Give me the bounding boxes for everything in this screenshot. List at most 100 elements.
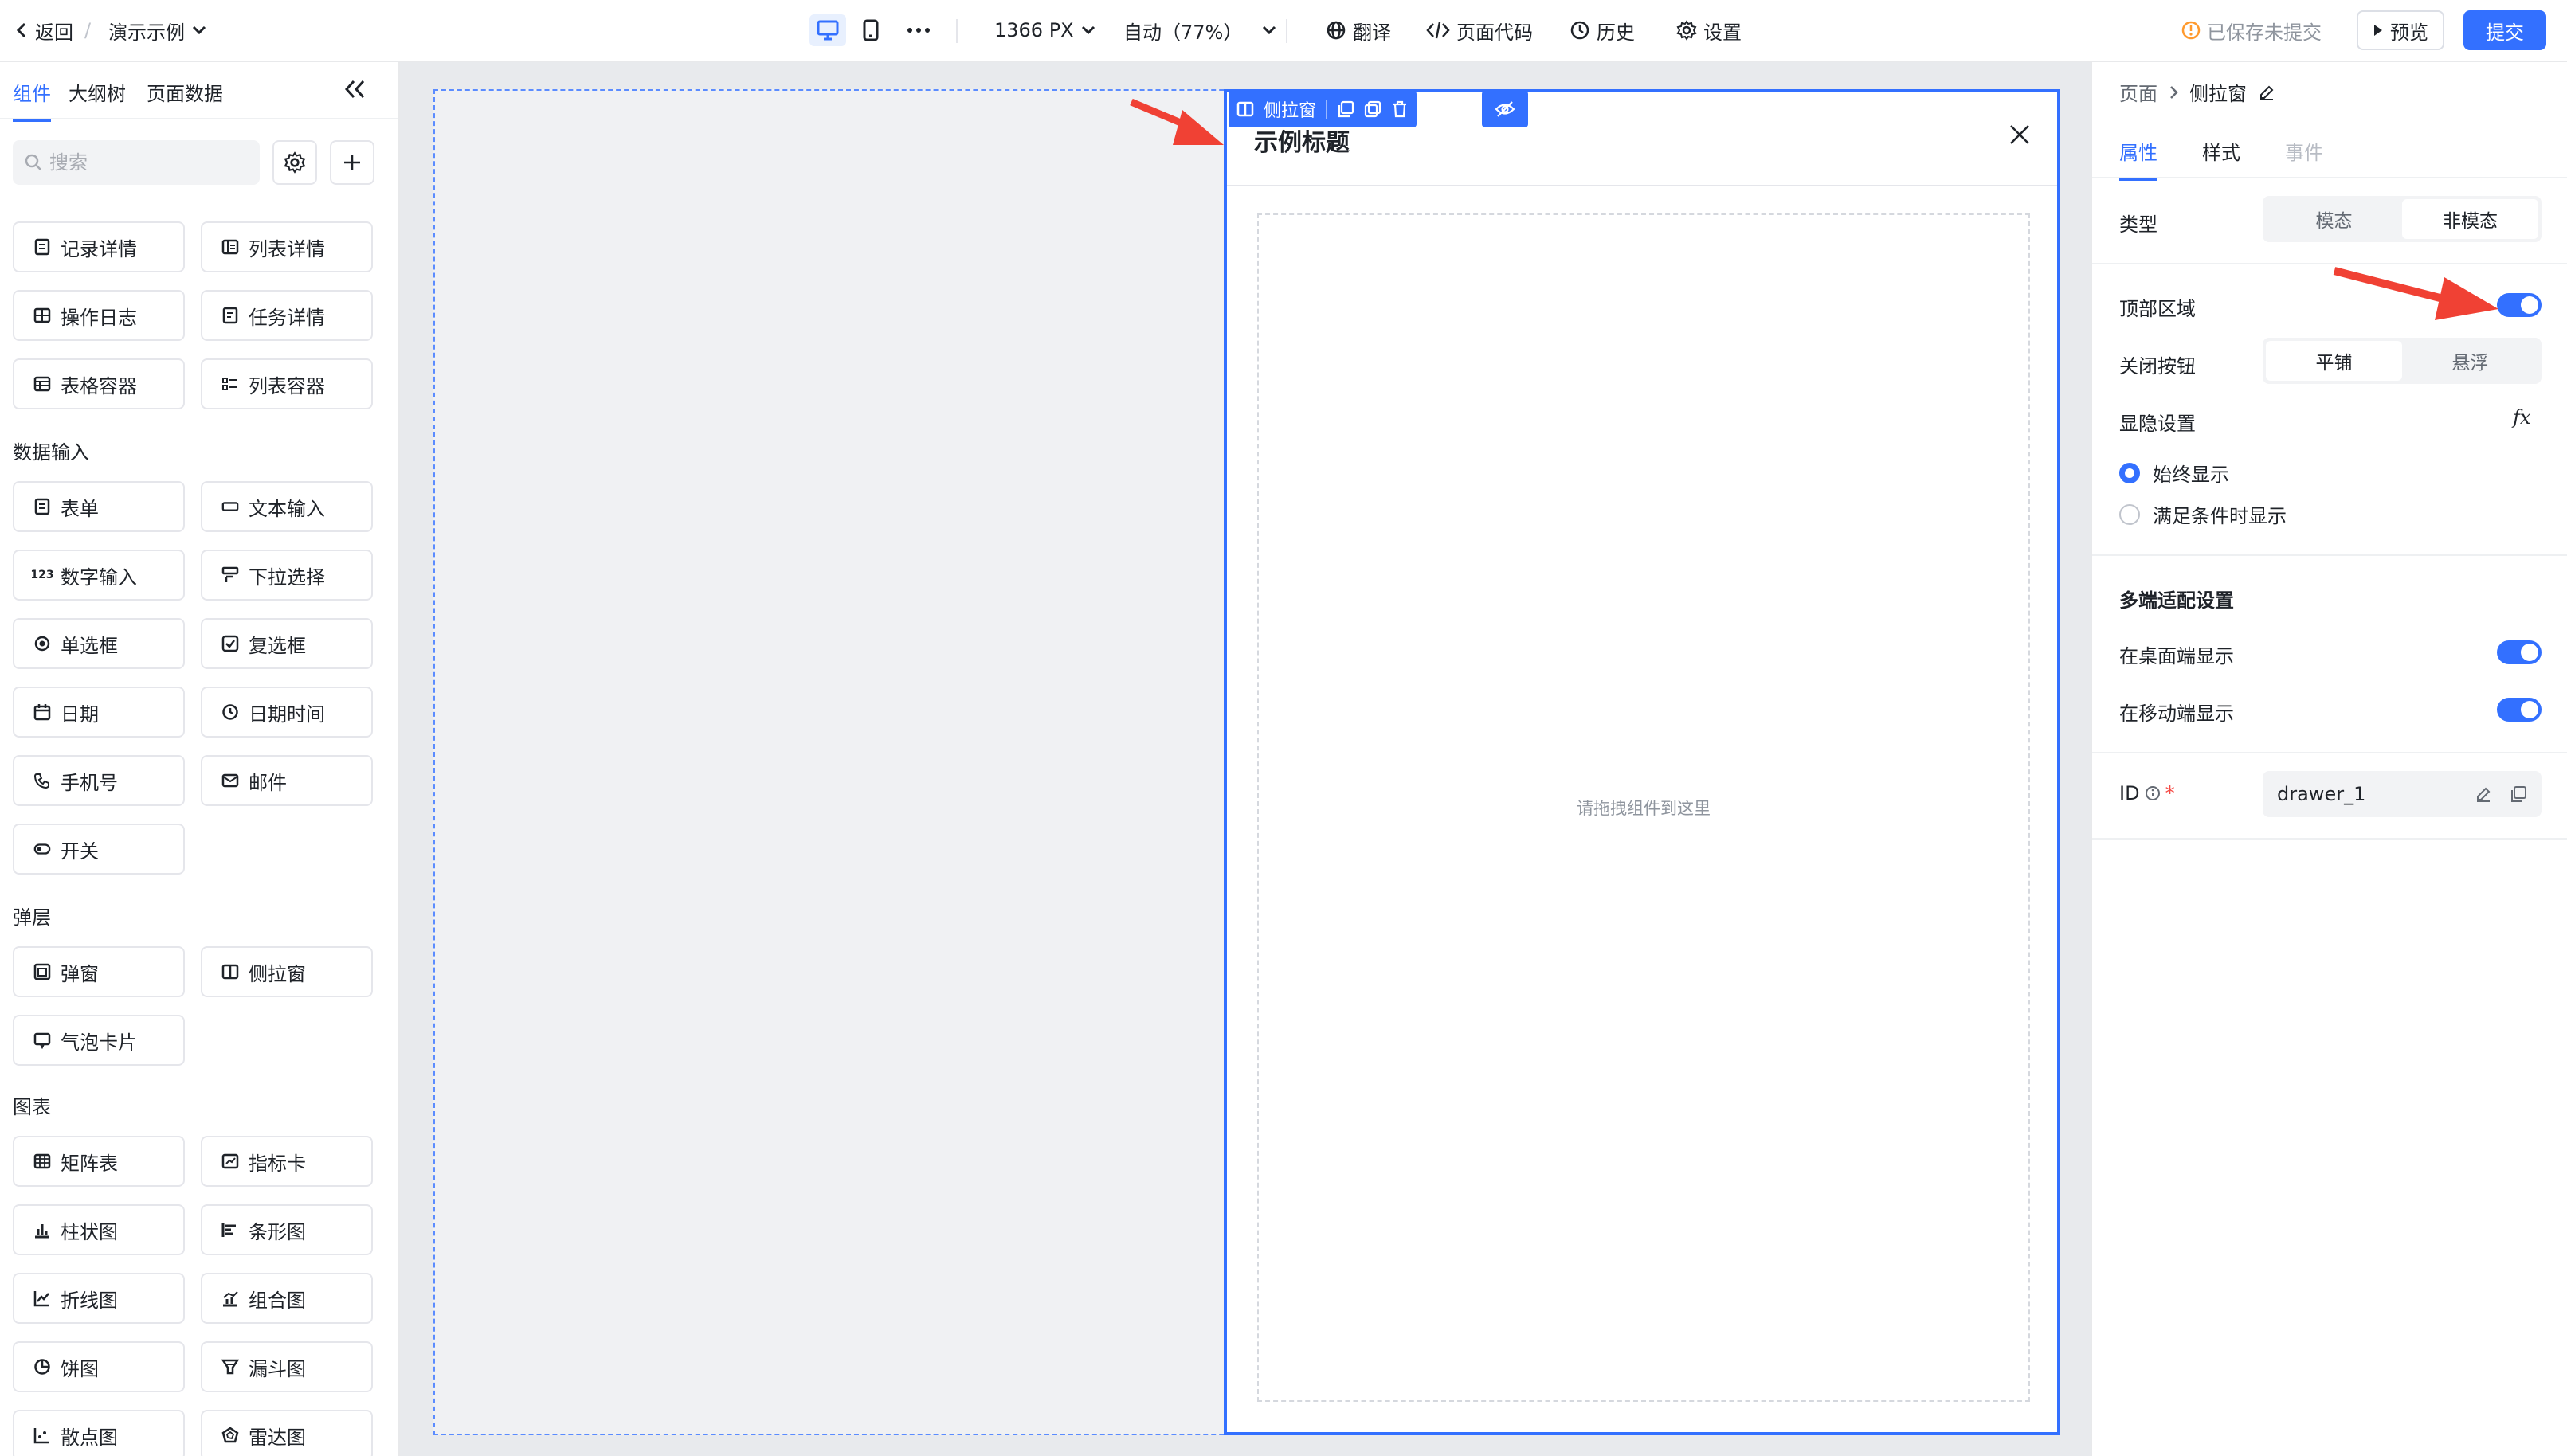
component-list-detail[interactable]: 列表详情 — [201, 221, 373, 272]
component-kpi-card[interactable]: 指标卡 — [201, 1136, 373, 1187]
table-icon — [33, 375, 51, 393]
app-switcher[interactable]: 演示示例 — [108, 0, 207, 61]
desktop-toggle[interactable] — [2497, 640, 2542, 664]
component-radar-chart[interactable]: 雷达图 — [201, 1410, 373, 1456]
settings-button[interactable]: 设置 — [1676, 0, 1742, 61]
tab-page-data[interactable]: 页面数据 — [147, 78, 223, 106]
translate-button[interactable]: 翻译 — [1326, 0, 1391, 61]
component-datetime[interactable]: 日期时间 — [201, 687, 373, 738]
tab-styles[interactable]: 样式 — [2202, 137, 2240, 165]
column-chart-icon — [33, 1221, 51, 1239]
width-value: 1366 PX — [994, 19, 1074, 41]
component-scatter-chart[interactable]: 散点图 — [13, 1410, 185, 1456]
tab-components[interactable]: 组件 — [13, 78, 51, 122]
design-canvas[interactable]: 示例标题 请拖拽组件到这里 侧拉窗 — [400, 62, 2091, 1456]
component-date[interactable]: 日期 — [13, 687, 185, 738]
section-layers: 弹层 — [13, 906, 51, 929]
component-funnel-chart[interactable]: 漏斗图 — [201, 1341, 373, 1392]
drawer-title[interactable]: 示例标题 — [1254, 123, 1350, 158]
component-label: 组合图 — [249, 1289, 306, 1312]
double-chevron-left-icon — [344, 80, 365, 99]
visibility-label: 显隐设置 — [2119, 413, 2196, 435]
page-code-button[interactable]: 页面代码 — [1426, 0, 1533, 61]
record-detail-icon — [33, 238, 51, 256]
tab-events[interactable]: 事件 — [2285, 137, 2323, 165]
collapse-panel-button[interactable] — [341, 76, 370, 102]
copy-icon[interactable] — [1337, 100, 1354, 118]
component-matrix-table[interactable]: 矩阵表 — [13, 1136, 185, 1187]
component-text-input[interactable]: 文本输入 — [201, 481, 373, 532]
formula-button[interactable]: fx — [2513, 406, 2530, 429]
add-component-button[interactable] — [330, 140, 374, 185]
component-record-detail[interactable]: 记录详情 — [13, 221, 185, 272]
component-label: 弹窗 — [61, 962, 99, 985]
tab-properties[interactable]: 属性 — [2119, 137, 2157, 181]
component-table-container[interactable]: 表格容器 — [13, 358, 185, 409]
history-button[interactable]: 历史 — [1570, 0, 1635, 61]
back-button[interactable]: 返回 — [14, 0, 73, 61]
tab-outline-tree[interactable]: 大纲树 — [69, 78, 126, 106]
copy-icon[interactable] — [2510, 785, 2527, 803]
visibility-conditional-radio[interactable]: 满足条件时显示 — [2119, 500, 2287, 528]
component-pie-chart[interactable]: 饼图 — [13, 1341, 185, 1392]
component-radio[interactable]: 单选框 — [13, 618, 185, 669]
delete-icon[interactable] — [1391, 100, 1409, 118]
component-line-chart[interactable]: 折线图 — [13, 1273, 185, 1324]
component-phone[interactable]: 手机号 — [13, 755, 185, 806]
visibility-always-radio[interactable]: 始终显示 — [2119, 459, 2229, 487]
component-combo-chart[interactable]: 组合图 — [201, 1273, 373, 1324]
mobile-toggle[interactable] — [2497, 698, 2542, 722]
play-icon — [2374, 25, 2382, 36]
component-drawer[interactable]: 侧拉窗 — [201, 946, 373, 997]
component-settings-button[interactable] — [272, 140, 317, 185]
modal-icon — [33, 963, 51, 980]
type-label: 类型 — [2119, 213, 2157, 236]
component-operation-log[interactable]: 操作日志 — [13, 290, 185, 341]
submit-button[interactable]: 提交 — [2463, 10, 2546, 50]
zoom-select[interactable]: 自动（77%） — [1123, 0, 1277, 61]
component-label: 柱状图 — [61, 1220, 118, 1243]
close-option-tile[interactable]: 平铺 — [2266, 341, 2402, 381]
component-bar-chart[interactable]: 条形图 — [201, 1204, 373, 1255]
type-option-modal[interactable]: 模态 — [2266, 199, 2402, 239]
component-popover-card[interactable]: 气泡卡片 — [13, 1015, 185, 1066]
component-email[interactable]: 邮件 — [201, 755, 373, 806]
drawer-close-button[interactable] — [2008, 123, 2032, 147]
component-list-container[interactable]: 列表容器 — [201, 358, 373, 409]
width-select[interactable]: 1366 PX — [994, 0, 1096, 61]
search-input[interactable] — [49, 151, 241, 174]
hide-button[interactable] — [1482, 91, 1528, 127]
component-label: 表格容器 — [61, 374, 137, 397]
type-option-non-modal[interactable]: 非模态 — [2402, 199, 2538, 239]
component-dropdown-select[interactable]: 下拉选择 — [201, 550, 373, 601]
preview-button[interactable]: 预览 — [2357, 10, 2444, 50]
edit-icon[interactable] — [2475, 785, 2492, 803]
component-label: 列表容器 — [249, 374, 325, 397]
grid-icon — [33, 307, 51, 324]
page-frame[interactable] — [433, 89, 1264, 1435]
section-charts: 图表 — [13, 1096, 51, 1118]
toolbar-divider — [1326, 100, 1328, 119]
close-option-float[interactable]: 悬浮 — [2402, 341, 2538, 381]
component-column-chart[interactable]: 柱状图 — [13, 1204, 185, 1255]
component-label: 日期时间 — [249, 703, 325, 726]
component-task-detail[interactable]: 任务详情 — [201, 290, 373, 341]
search-box — [13, 140, 260, 185]
component-number-input[interactable]: 123 数字输入 — [13, 550, 185, 601]
more-button[interactable] — [900, 14, 937, 46]
component-checkbox[interactable]: 复选框 — [201, 618, 373, 669]
top-area-toggle[interactable] — [2497, 293, 2542, 317]
info-icon[interactable] — [2145, 785, 2161, 801]
drawer-component[interactable]: 示例标题 请拖拽组件到这里 — [1224, 89, 2060, 1435]
breadcrumb-root[interactable]: 页面 — [2119, 78, 2157, 106]
component-modal[interactable]: 弹窗 — [13, 946, 185, 997]
component-form[interactable]: 表单 — [13, 481, 185, 532]
duplicate-icon[interactable] — [1364, 100, 1381, 118]
edit-icon[interactable] — [2258, 84, 2275, 101]
funnel-chart-icon — [221, 1358, 239, 1376]
drop-zone[interactable]: 请拖拽组件到这里 — [1257, 213, 2030, 1402]
id-field[interactable]: drawer_1 — [2263, 771, 2542, 817]
mobile-view-button[interactable] — [852, 14, 889, 46]
component-switch[interactable]: 开关 — [13, 824, 185, 875]
desktop-view-button[interactable] — [809, 14, 846, 46]
